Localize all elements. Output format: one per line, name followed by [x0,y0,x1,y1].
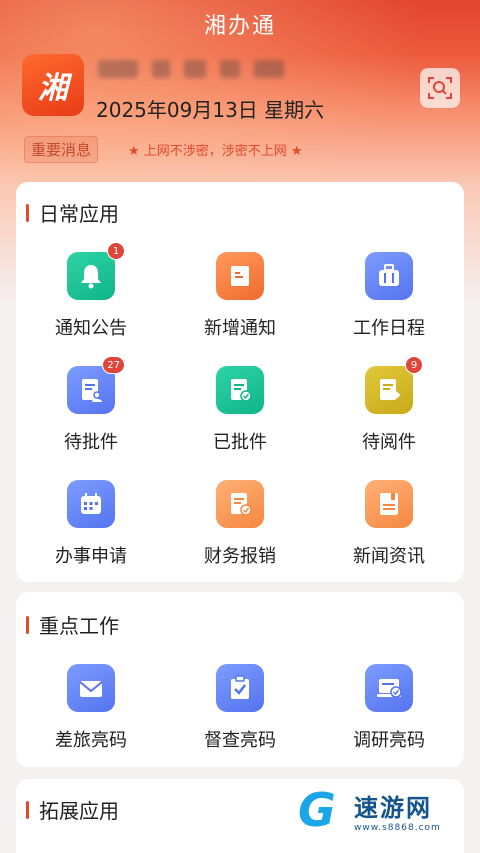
bell-icon [81,265,101,289]
pending-badge: 27 [102,356,125,374]
watermark-brand: 速游网 [354,793,432,822]
app-label: 督查亮码 [204,730,276,751]
watermark-url: www.s8868.com [354,822,441,833]
app-title: 湘办通 [203,14,276,39]
section-title-key-work: 重点工作 [26,610,119,639]
app-notice[interactable]: 1 通知公告 [16,242,166,352]
site-watermark-logo: G 速游网 www.s8868.com [298,782,468,838]
app-label: 已批件 [213,432,267,453]
app-label: 财务报销 [204,546,276,567]
app-pending-approval[interactable]: 27 待批件 [16,356,166,466]
app-label: 新闻资讯 [353,546,425,567]
scan-icon [428,77,452,99]
app-to-read[interactable]: 9 待阅件 [314,356,464,466]
section-title-daily: 日常应用 [26,198,119,227]
app-label: 办事申请 [55,546,127,567]
news-icon [380,493,398,515]
app-label: 通知公告 [55,318,127,339]
app-logo: 湘 [22,54,84,116]
section-title-extended: 拓展应用 [26,795,119,824]
scan-button[interactable] [420,68,460,108]
doc-check-icon [231,379,252,402]
watermark-g-icon: G [298,783,336,837]
notice-badge: 1 [107,242,125,260]
envelope-icon [79,681,103,697]
clipboard-check-icon [231,675,249,699]
app-label: 调研亮码 [353,730,425,751]
app-work-schedule[interactable]: 工作日程 [314,252,464,352]
book-icon [231,266,249,286]
app-travel-code[interactable]: 差旅亮码 [16,664,166,764]
current-date: 2025年09月13日 星期六 [96,98,325,122]
user-header: 湘 2025年09月13日 星期六 重要消息 ★ 上网不涉密，涉密不上网 ★ [16,52,464,172]
doc-user-icon [82,379,102,402]
receipt-icon [231,493,252,516]
user-name-blurred [98,60,358,82]
app-service-request[interactable]: 办事申请 [16,480,166,580]
app-label: 新增通知 [204,318,276,339]
app-research-code[interactable]: 调研亮码 [314,664,464,764]
notice-bar[interactable]: 重要消息 ★ 上网不涉密，涉密不上网 ★ [24,135,464,163]
app-label: 工作日程 [353,318,425,339]
app-reimbursement[interactable]: 财务报销 [165,480,315,580]
notice-text: ★ 上网不涉密，涉密不上网 ★ [128,143,303,159]
app-new-notice[interactable]: 新增通知 [165,252,315,352]
app-news[interactable]: 新闻资讯 [314,480,464,580]
app-approved[interactable]: 已批件 [165,366,315,466]
daily-apps-card: 日常应用 1 通知公告 新增通知 工作日程 27 待批件 已批件 9 待阅件 办… [16,182,464,582]
app-label: 差旅亮码 [55,730,127,751]
briefcase-icon [379,264,399,286]
laptop-check-icon [377,679,402,698]
key-work-card: 重点工作 差旅亮码 督查亮码 调研亮码 [16,592,464,767]
app-inspection-code[interactable]: 督查亮码 [165,664,315,764]
notice-tag: 重要消息 [24,135,99,163]
calendar-icon [81,493,101,514]
doc-arrow-icon [380,379,401,400]
app-label: 待阅件 [362,432,416,453]
app-label: 待批件 [64,432,118,453]
to-read-badge: 9 [405,356,423,374]
